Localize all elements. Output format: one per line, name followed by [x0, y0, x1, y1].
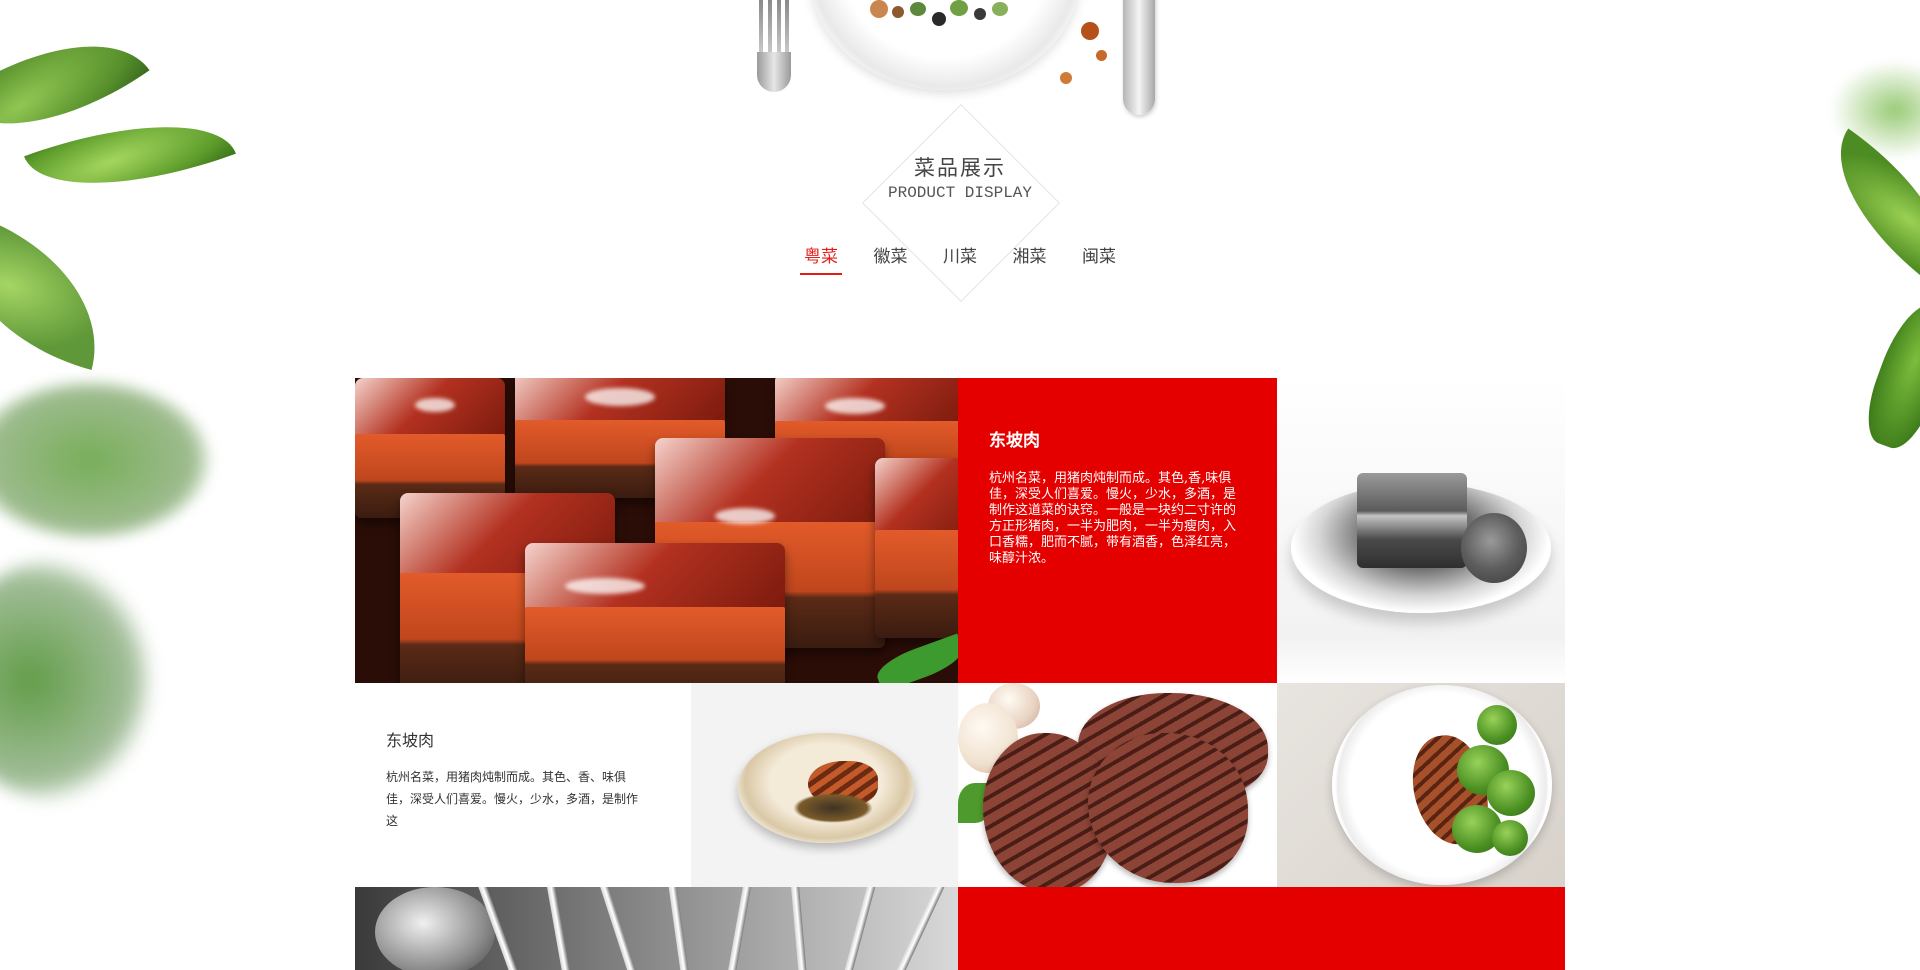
- steak-broccoli-plate-image[interactable]: [1277, 683, 1565, 887]
- featured-dish-description: 杭州名菜，用猪肉炖制而成。其色,香,味俱佳，深受人们喜爱。慢火，少水，多酒，是制…: [989, 471, 1237, 566]
- sauce-drop: [1060, 72, 1072, 84]
- grilled-fish-plate-image[interactable]: [691, 683, 958, 887]
- spoon-icon: [1123, 0, 1155, 115]
- steak-image[interactable]: [958, 683, 1277, 887]
- secondary-dish-title: 东坡肉: [386, 731, 435, 750]
- leaf-decoration: [0, 380, 210, 540]
- dish-grid: 东坡肉 杭州名菜，用猪肉炖制而成。其色,香,味俱佳，深受人们喜爱。慢火，少水，多…: [355, 378, 1565, 970]
- tab-sichuan[interactable]: 川菜: [939, 242, 981, 275]
- red-accent-block: [958, 887, 1565, 970]
- cutlery-image[interactable]: [355, 887, 958, 970]
- tab-anhui[interactable]: 徽菜: [870, 242, 912, 275]
- section-title: 菜品展示: [914, 156, 1006, 180]
- leaf-decoration: [0, 560, 150, 800]
- sauce-drop: [1081, 22, 1099, 40]
- tab-hunan[interactable]: 湘菜: [1009, 242, 1051, 275]
- bowl-dish-image[interactable]: [1277, 378, 1565, 683]
- featured-dish-card[interactable]: 东坡肉 杭州名菜，用猪肉炖制而成。其色,香,味俱佳，深受人们喜爱。慢火，少水，多…: [958, 378, 1277, 683]
- secondary-dish-description: 杭州名菜，用猪肉炖制而成。其色、香、味俱佳，深受人们喜爱。慢火，少水，多酒，是制…: [386, 770, 639, 828]
- fork-icon: [757, 0, 791, 94]
- sauce-drop: [1096, 50, 1107, 61]
- cuisine-tabs: 粤菜 徽菜 川菜 湘菜 闽菜: [800, 242, 1120, 275]
- tab-cantonese[interactable]: 粤菜: [800, 242, 842, 275]
- pea-pod-decoration: [1856, 294, 1920, 456]
- dongpo-pork-hero-image[interactable]: [355, 378, 958, 683]
- leaf-decoration: [0, 210, 123, 370]
- secondary-dish-card[interactable]: 东坡肉 杭州名菜，用猪肉炖制而成。其色、香、味俱佳，深受人们喜爱。慢火，少水，多…: [355, 683, 691, 887]
- featured-dish-title: 东坡肉: [989, 431, 1040, 451]
- plate-garnish: [870, 0, 1020, 30]
- tab-fujian[interactable]: 闽菜: [1078, 242, 1120, 275]
- section-subtitle: PRODUCT DISPLAY: [887, 184, 1033, 202]
